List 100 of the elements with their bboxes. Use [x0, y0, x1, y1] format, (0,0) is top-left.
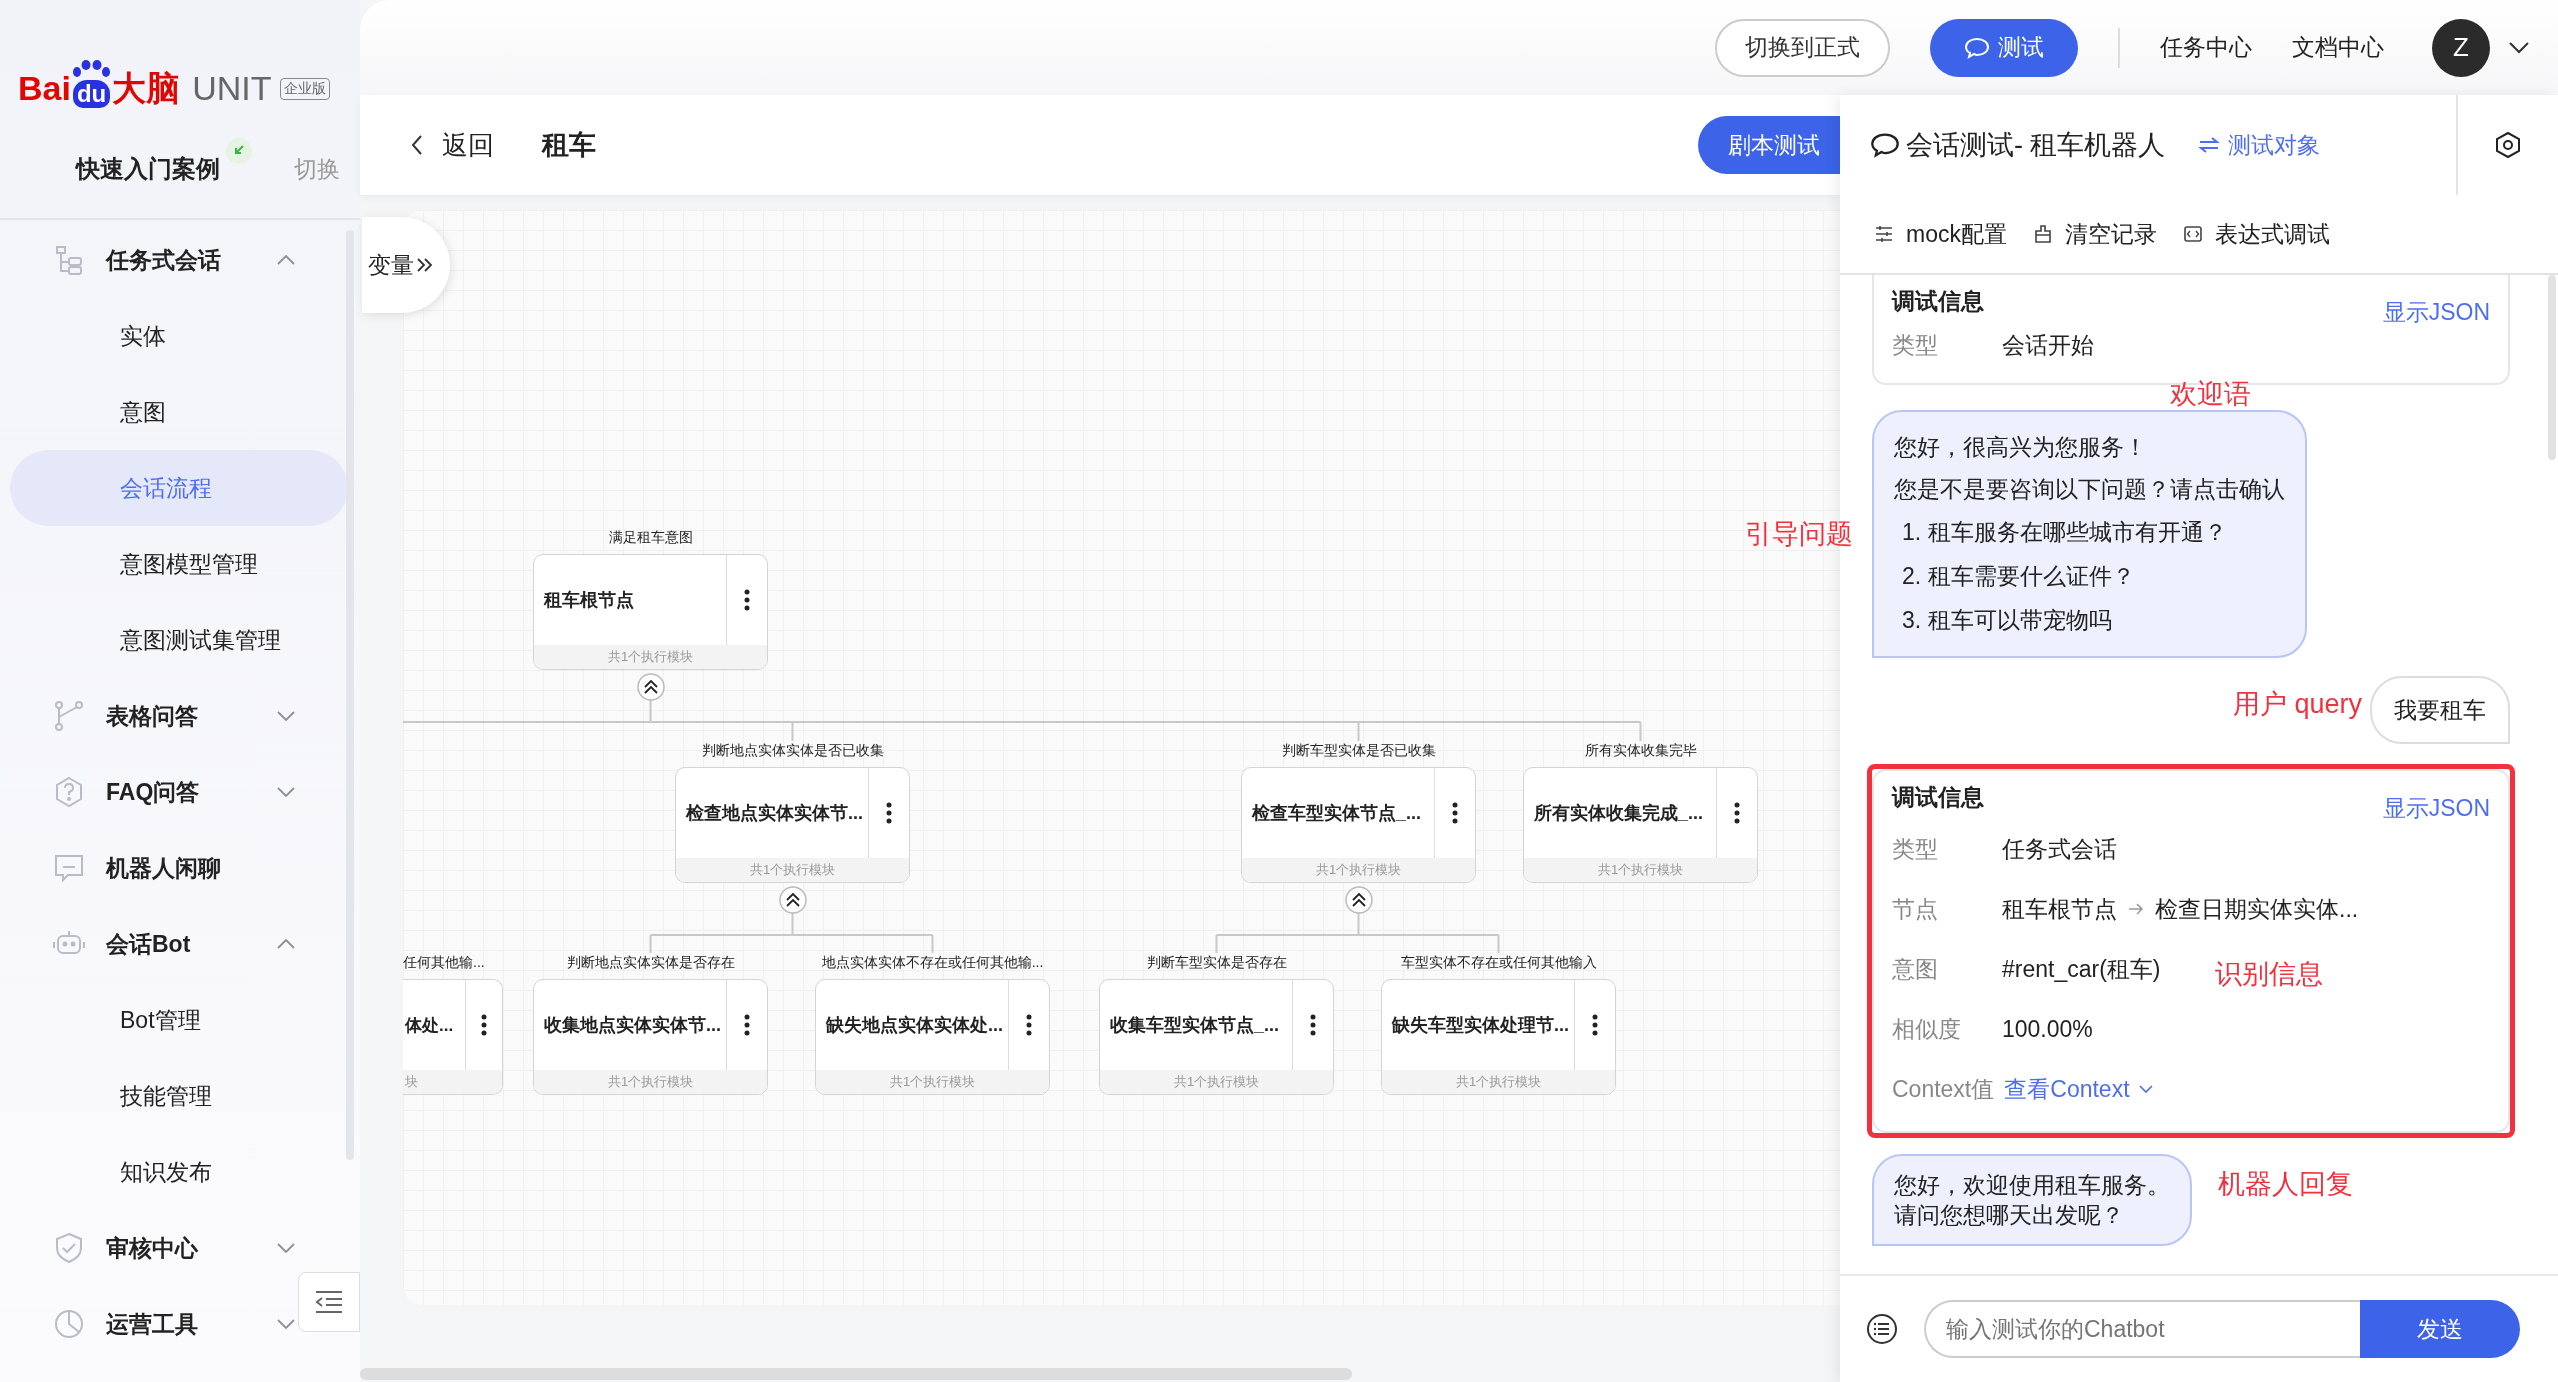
condition-label: 任何其他输...: [403, 953, 485, 971]
node-title: 体处...: [404, 1014, 455, 1037]
field-value: 会话开始: [2002, 330, 2094, 360]
settings-icon[interactable]: [2494, 131, 2522, 159]
script-test-button[interactable]: 剧本测试: [1698, 116, 1840, 174]
avatar[interactable]: Z: [2432, 18, 2490, 77]
flow-node[interactable]: 缺失车型实体处理节... 共1个执行模块: [1381, 979, 1616, 1095]
nav-item[interactable]: 意图测试集管理: [10, 602, 348, 678]
node-title: 检查地点实体实体节...: [684, 802, 864, 825]
node-title: 租车根节点: [542, 589, 635, 612]
bot-message: 您好，欢迎使用租车服务。 请问您想哪天出发呢？: [1872, 1154, 2192, 1246]
user-message: 我要租车: [2370, 676, 2510, 744]
more-icon[interactable]: [1452, 802, 1458, 824]
more-icon[interactable]: [1310, 1014, 1316, 1036]
more-icon[interactable]: [886, 802, 892, 824]
question-option[interactable]: 3. 租车可以带宠物吗: [1894, 598, 2285, 642]
debug-title: 调试信息: [1892, 287, 1984, 316]
more-icon[interactable]: [481, 1014, 487, 1036]
question-option[interactable]: 2. 租车需要什么证件？: [1894, 554, 2285, 598]
nav-item[interactable]: 实体: [10, 298, 348, 374]
more-icon[interactable]: [1026, 1014, 1032, 1036]
flow-node[interactable]: 检查地点实体实体节... 共1个执行模块: [675, 767, 910, 883]
flow-node[interactable]: 缺失地点实体实体处... 共1个执行模块: [815, 979, 1050, 1095]
nav-group[interactable]: 表格问答: [0, 678, 296, 754]
flow-node[interactable]: 检查车型实体节点_... 共1个执行模块: [1241, 767, 1476, 883]
show-json-link[interactable]: 显示JSON: [2382, 793, 2490, 824]
annotation: 引导问题: [1745, 518, 1853, 551]
more-icon[interactable]: [1592, 1014, 1598, 1036]
condition-label: 所有实体收集完毕: [1584, 741, 1697, 759]
test-button[interactable]: 测试: [1930, 18, 2078, 77]
nav-item[interactable]: 意图: [10, 374, 348, 450]
switch-button[interactable]: 切换到正式: [1715, 18, 1890, 77]
nav-item[interactable]: 知识发布: [10, 1134, 348, 1210]
node-title: 收集地点实体实体节...: [543, 1014, 722, 1037]
nav-link[interactable]: 文档中心: [2292, 32, 2384, 63]
double-chevron-icon: [416, 257, 434, 273]
debug-title: 调试信息: [1892, 783, 1984, 812]
context-link[interactable]: 查看Context: [2004, 1073, 2154, 1105]
question-option[interactable]: 1. 租车服务在哪些城市有开通？: [1894, 510, 2285, 554]
annotation: 用户 query: [2233, 688, 2363, 721]
condition-label: 地点实体实体不存在或任何其他输...: [821, 953, 1044, 971]
list-icon[interactable]: [1866, 1313, 1898, 1345]
collapse-toggle[interactable]: [1344, 886, 1373, 914]
flow-node[interactable]: 收集地点实体实体节... 共1个执行模块: [533, 979, 768, 1095]
condition-label: 判断车型实体是否存在: [1146, 953, 1287, 971]
back-link[interactable]: 返回: [410, 127, 494, 163]
nav-group[interactable]: FAQ问答: [0, 754, 296, 830]
page-title: 租车: [542, 129, 596, 162]
nav-item[interactable]: Bot管理: [10, 982, 348, 1058]
logo-text: du: [72, 80, 111, 108]
toolbar-button[interactable]: 表达式调试: [2182, 218, 2330, 250]
edition-badge: 企业版: [279, 78, 330, 100]
swap-icon: [2197, 136, 2220, 154]
chat-input[interactable]: 输入测试你的Chatbot: [1924, 1300, 2360, 1358]
nav-item[interactable]: 意图模型管理: [10, 526, 348, 602]
toolbar-button[interactable]: 清空记录: [2032, 218, 2157, 250]
collapse-toggle[interactable]: [636, 673, 665, 701]
node-title: 收集车型实体节点_...: [1109, 1014, 1280, 1037]
nav-group[interactable]: 会话Bot: [0, 906, 296, 982]
bot-message: 您好，很高兴为您服务！ 您是不是要咨询以下问题？请点击确认 1. 租车服务在哪些城市有开通？ 2. 租车需要什么证件？ 3. 租车可以带宠物吗: [1872, 410, 2307, 658]
nav-item[interactable]: 会话流程: [10, 450, 348, 526]
flow-node[interactable]: 租车根节点 共1个执行模块: [533, 554, 768, 670]
flow-node[interactable]: 所有实体收集完成_... 共1个执行模块: [1523, 767, 1758, 883]
condition-label: 判断地点实体实体是否已收集: [701, 741, 884, 759]
nav-group[interactable]: 机器人闲聊: [0, 830, 296, 906]
field-value: #rent_car(租车): [2002, 954, 2161, 984]
annotation: 欢迎语: [2170, 378, 2251, 411]
nav-group[interactable]: 运营工具: [0, 1286, 296, 1362]
arrow-badge-icon: [226, 138, 252, 164]
scrollbar[interactable]: [2548, 275, 2556, 460]
variables-tab[interactable]: 变量: [362, 217, 450, 313]
nav-item[interactable]: 技能管理: [10, 1058, 348, 1134]
more-icon[interactable]: [744, 589, 750, 611]
toolbar-button[interactable]: mock配置: [1874, 218, 2007, 250]
test-target-link[interactable]: 测试对象: [2197, 129, 2320, 161]
nav-group[interactable]: 任务式会话: [0, 222, 296, 298]
node-footer: 共1个执行模块: [676, 858, 909, 882]
more-icon[interactable]: [744, 1014, 750, 1036]
field-label: 类型: [1892, 330, 1939, 360]
flow-node[interactable]: 体处... 块: [403, 979, 503, 1095]
collapse-toggle[interactable]: [778, 886, 807, 914]
field-label: 相似度: [1892, 1014, 1962, 1044]
quick-start-label[interactable]: 快速入门案例: [76, 153, 220, 185]
show-json-link[interactable]: 显示JSON: [2382, 297, 2490, 328]
branch-icon: [52, 699, 86, 733]
node-title: 缺失地点实体实体处...: [825, 1014, 1004, 1037]
nav-group[interactable]: 审核中心: [0, 1210, 296, 1286]
product-name: UNIT: [192, 68, 272, 108]
send-button[interactable]: 发送: [2360, 1300, 2520, 1358]
flow-node[interactable]: 收集车型实体节点_... 共1个执行模块: [1099, 979, 1334, 1095]
collapse-icon: [314, 1289, 344, 1315]
more-icon[interactable]: [1734, 802, 1740, 824]
chevron-down-icon[interactable]: [2508, 40, 2530, 55]
scrollbar[interactable]: [360, 1368, 1352, 1380]
logo-text: Bai: [18, 68, 71, 108]
field-label: 节点: [1892, 894, 1939, 924]
nav-link[interactable]: 任务中心: [2160, 32, 2252, 63]
node-footer: 共1个执行模块: [1524, 858, 1757, 882]
collapse-sidebar-button[interactable]: [298, 1272, 360, 1332]
chevron-left-icon: [410, 134, 424, 156]
